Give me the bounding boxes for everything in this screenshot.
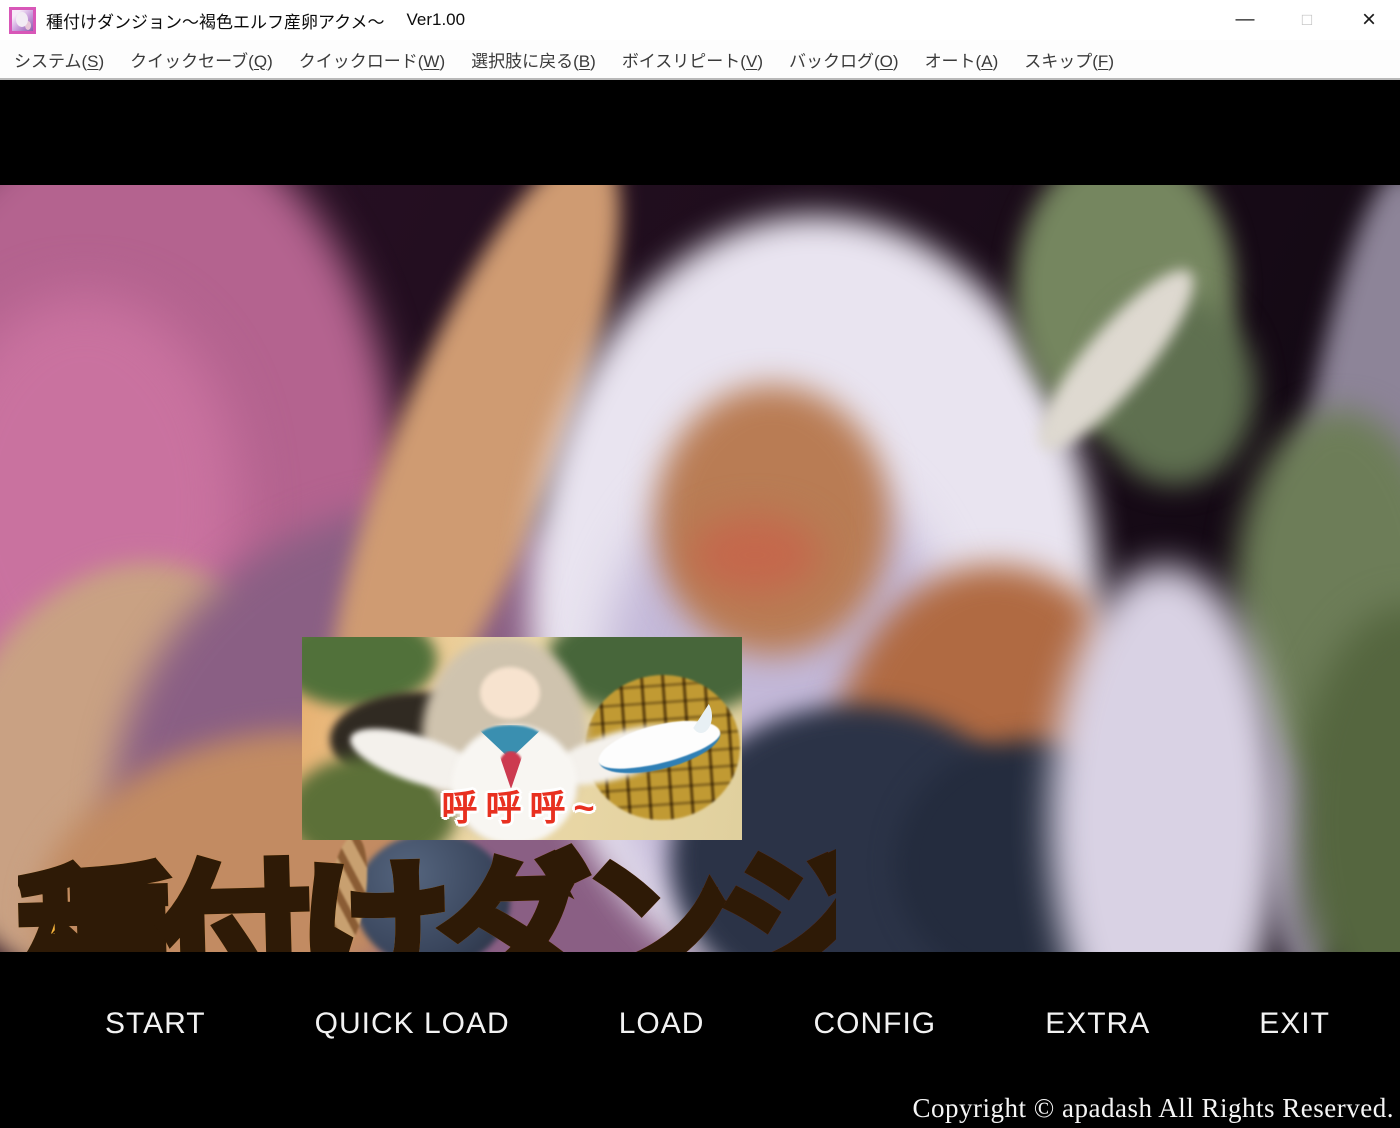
overlay-video: 呼呼呼~ xyxy=(302,637,742,840)
copyright-notice: Copyright © apadash All Rights Reserved. xyxy=(913,1093,1394,1124)
title-bar: 種付けダンジョン～褐色エルフ産卵アクメ～ Ver1.00 — □ × xyxy=(0,0,1400,40)
menu-item-back-to-choice[interactable]: 選択肢に戻る(B) xyxy=(458,47,609,72)
menu-item-auto[interactable]: オート(A) xyxy=(912,47,1012,72)
menu-item-skip[interactable]: スキップ(F) xyxy=(1011,47,1127,72)
window-title: 種付けダンジョン～褐色エルフ産卵アクメ～ xyxy=(46,8,384,33)
window-controls: — □ × xyxy=(1214,0,1400,40)
menu-item-quick-load[interactable]: クイックロード(W) xyxy=(286,47,458,72)
nav-quick-load-button[interactable]: QUICK LOAD xyxy=(315,1007,510,1041)
app-icon xyxy=(9,7,36,34)
nav-exit-button[interactable]: EXIT xyxy=(1259,1007,1330,1041)
nav-config-button[interactable]: CONFIG xyxy=(813,1007,936,1041)
nav-start-button[interactable]: START xyxy=(105,1007,206,1041)
menu-item-backlog[interactable]: バックログ(O) xyxy=(776,47,912,72)
game-screen: 種付けダンジョン ～褐色エルフ産卵アクメ～ 呼呼呼~ START QUICK L… xyxy=(0,80,1400,1128)
menu-item-voice-repeat[interactable]: ボイスリピート(V) xyxy=(609,47,776,72)
overlay-caption: 呼呼呼~ xyxy=(302,779,742,831)
menu-bar: システム(S) クイックセーブ(Q) クイックロード(W) 選択肢に戻る(B) … xyxy=(0,40,1400,80)
title-menu: START QUICK LOAD LOAD CONFIG EXTRA EXIT xyxy=(105,1007,1330,1041)
minimize-button[interactable]: — xyxy=(1214,0,1276,40)
title-menu-band: START QUICK LOAD LOAD CONFIG EXTRA EXIT … xyxy=(0,952,1400,1128)
menu-item-quick-save[interactable]: クイックセーブ(Q) xyxy=(117,47,286,72)
nav-load-button[interactable]: LOAD xyxy=(619,1007,705,1041)
maximize-button[interactable]: □ xyxy=(1276,0,1338,40)
window-version: Ver1.00 xyxy=(406,10,465,30)
app-window: 種付けダンジョン～褐色エルフ産卵アクメ～ Ver1.00 — □ × システム(… xyxy=(0,0,1400,1128)
menu-item-system[interactable]: システム(S) xyxy=(0,47,117,72)
close-button[interactable]: × xyxy=(1338,0,1400,40)
nav-extra-button[interactable]: EXTRA xyxy=(1045,1007,1150,1041)
